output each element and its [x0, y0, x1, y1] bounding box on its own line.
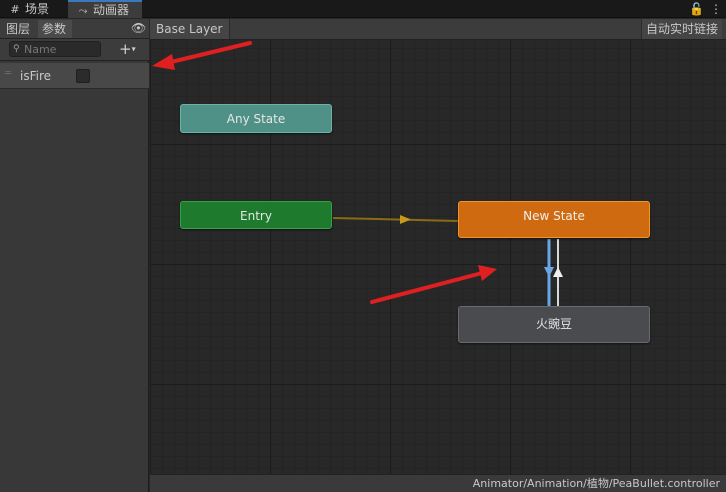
eye-icon[interactable]: 👁: [131, 21, 146, 35]
animator-icon: ⤳: [78, 4, 88, 17]
search-row: ⚲ +▾: [0, 39, 149, 61]
kebab-menu-icon[interactable]: ⋮: [710, 2, 722, 16]
lock-icon[interactable]: 🔓: [689, 2, 704, 16]
left-panel: 图层 参数 👁 ⚲ +▾ ═ isFire: [0, 19, 149, 492]
tab-scene[interactable]: # 场景: [0, 0, 68, 18]
tabbar-controls: 🔓 ⋮: [683, 0, 722, 18]
tab-scene-label: 场景: [25, 2, 50, 16]
up-arrow-icon: [553, 267, 563, 277]
status-bar: Animator/Animation/植物/PeaBullet.controll…: [150, 474, 726, 492]
chevron-down-icon: ▾: [131, 44, 136, 54]
search-icon: ⚲: [13, 44, 20, 54]
tab-animator[interactable]: ⤳ 动画器: [68, 0, 142, 18]
graph-header: Base Layer 自动实时链接: [150, 19, 726, 40]
down-arrow-icon: [544, 267, 554, 277]
parameter-bool-checkbox[interactable]: [76, 69, 90, 83]
window-tab-bar: # 场景 ⤳ 动画器 🔓 ⋮: [0, 0, 726, 18]
plus-icon: +: [119, 40, 132, 58]
controller-path: Animator/Animation/植物/PeaBullet.controll…: [472, 477, 720, 490]
search-input[interactable]: [24, 42, 98, 56]
left-panel-tabs: 图层 参数 👁: [0, 19, 149, 39]
drag-handle-icon[interactable]: ═: [5, 68, 15, 80]
parameter-row[interactable]: ═ isFire: [0, 63, 149, 89]
tab-layers[interactable]: 图层: [2, 20, 36, 38]
tab-parameters[interactable]: 参数: [38, 20, 72, 38]
state-entry[interactable]: Entry: [180, 201, 332, 229]
search-box[interactable]: ⚲: [9, 41, 101, 57]
tab-animator-label: 动画器: [93, 3, 130, 17]
state-new-state[interactable]: New State: [458, 201, 650, 238]
auto-live-link-button[interactable]: 自动实时链接: [640, 19, 722, 39]
add-parameter-button[interactable]: +▾: [119, 40, 147, 58]
state-machine-graph[interactable]: Any State Entry New State 火豌豆: [150, 40, 726, 474]
entry-transition-arrow-icon: [400, 215, 411, 224]
state-pea[interactable]: 火豌豆: [458, 306, 650, 343]
state-any[interactable]: Any State: [180, 104, 332, 133]
entry-transition-line[interactable]: [332, 217, 459, 222]
breadcrumb[interactable]: Base Layer: [150, 19, 230, 39]
parameter-name[interactable]: isFire: [20, 68, 51, 84]
grid-icon: #: [10, 3, 20, 16]
